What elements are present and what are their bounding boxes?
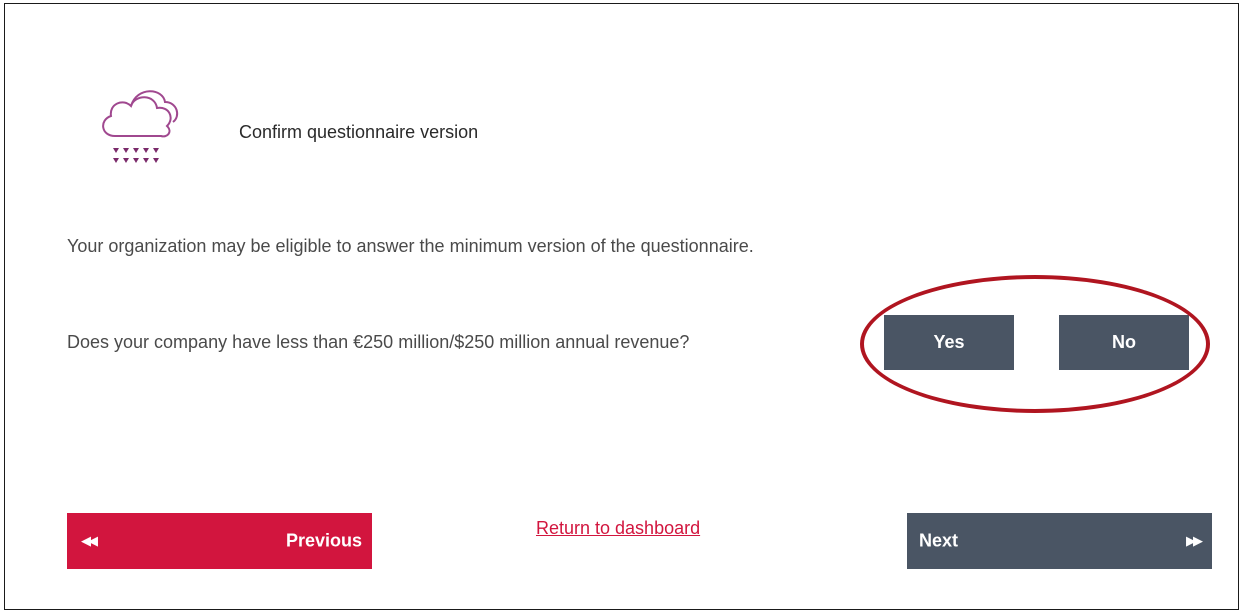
yes-button-label: Yes — [933, 332, 965, 352]
next-button-label: Next — [919, 530, 959, 551]
double-chevron-left-icon: ◀◀ — [81, 533, 98, 548]
yes-button[interactable]: Yes — [884, 315, 1014, 370]
questionnaire-panel: Confirm questionnaire version Your organ… — [4, 3, 1239, 610]
double-chevron-right-icon: ▶▶ — [1186, 533, 1203, 548]
no-button[interactable]: No — [1059, 315, 1189, 370]
eligibility-text: Your organization may be eligible to ans… — [67, 236, 754, 256]
next-button[interactable]: Next ▶▶ — [907, 513, 1212, 569]
no-button-label: No — [1112, 332, 1136, 352]
revenue-question: Does your company have less than €250 mi… — [67, 332, 690, 352]
previous-button-label: Previous — [285, 530, 362, 551]
previous-button[interactable]: ◀◀ Previous — [67, 513, 372, 569]
cloud-rain-icon — [102, 90, 179, 163]
page-title: Confirm questionnaire version — [239, 122, 479, 142]
return-to-dashboard-link[interactable]: Return to dashboard — [536, 518, 700, 539]
